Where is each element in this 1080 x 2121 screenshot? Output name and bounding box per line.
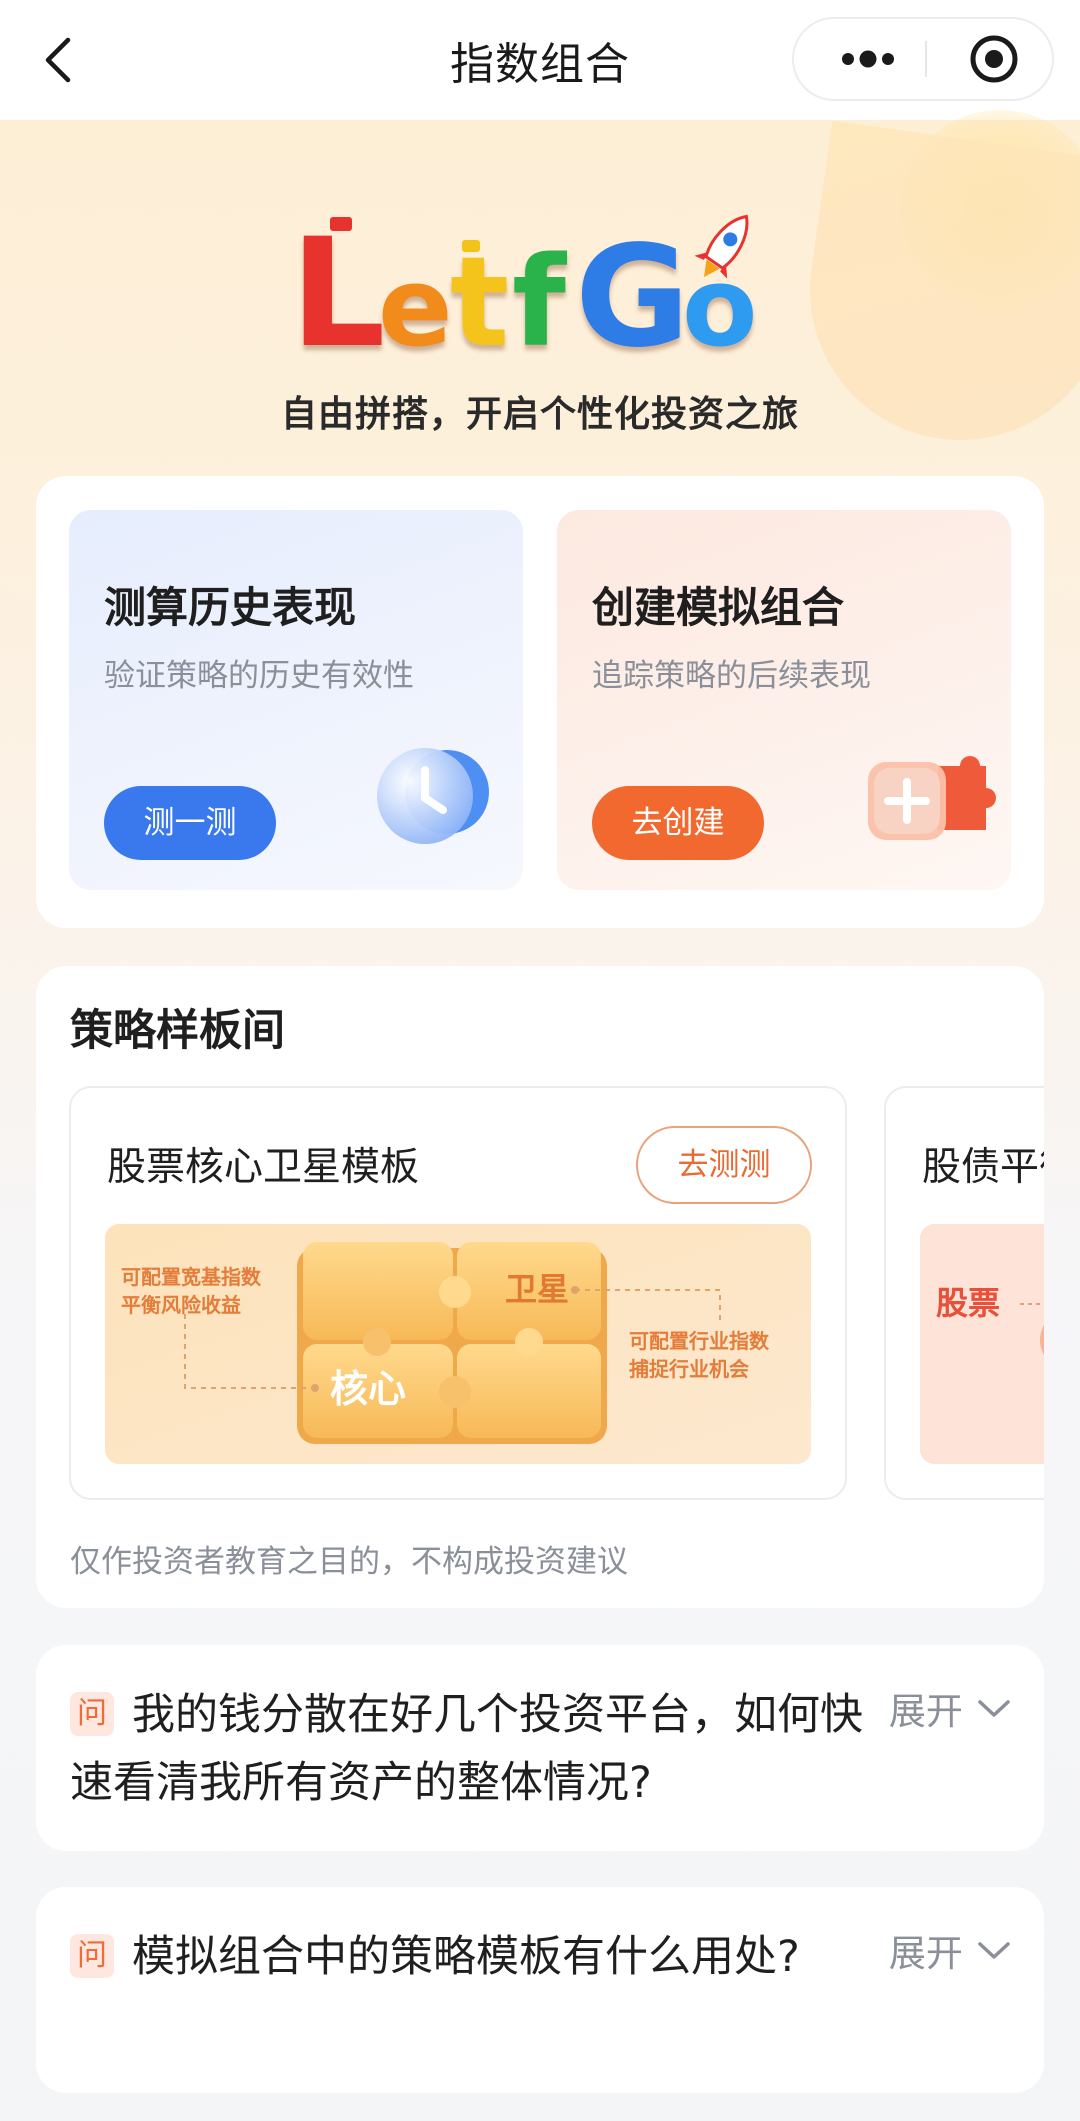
hero-slogan: 自由拼搭，开启个性化投资之旅	[280, 394, 799, 435]
template-card-core-satellite[interactable]: 股票核心卫星模板 去测测 可配置宽基指数 平衡风险收益 卫星 核心 可配置行业指…	[69, 1086, 847, 1500]
left-note-2: 平衡风险收益	[121, 1293, 241, 1317]
core-satellite-illustration: 可配置宽基指数 平衡风险收益 卫星 核心 可配置行业指数 捕捉行业机会	[105, 1224, 811, 1464]
mini-program-capsule	[792, 17, 1054, 101]
try-template-button[interactable]: 去测测	[636, 1126, 812, 1204]
create-title: 创建模拟组合	[592, 583, 845, 632]
faq-question-text: 模拟组合中的策略模板有什么用处?	[132, 1932, 800, 1982]
svg-text:f: f	[512, 231, 568, 365]
faq-item[interactable]: 问我的钱分散在好几个投资平台，如何快速看清我所有资产的整体情况? 展开	[36, 1645, 1044, 1851]
svg-text:e: e	[378, 243, 453, 365]
core-label: 核心	[330, 1367, 406, 1411]
faq-question: 问我的钱分散在好几个投资平台，如何快速看清我所有资产的整体情况?	[70, 1681, 870, 1817]
svg-text:G: G	[575, 216, 690, 365]
backtest-subtitle: 验证策略的历史有效性	[104, 658, 414, 694]
close-target-icon[interactable]	[954, 19, 1034, 99]
capsule-divider	[925, 41, 927, 77]
strategy-panel: 策略样板间 股票核心卫星模板 去测测 可配置宽基指数 平衡风险收益 卫星 核心 …	[36, 966, 1044, 1608]
chevron-down-icon	[978, 1700, 1010, 1717]
right-note-2: 捕捉行业机会	[629, 1357, 749, 1381]
expand-label: 展开	[888, 1690, 963, 1733]
disclaimer-text: 仅作投资者教育之目的，不构成投资建议	[70, 1544, 628, 1580]
nav-bar: 指数组合	[0, 0, 1080, 120]
faq-question-text: 我的钱分散在好几个投资平台，如何快速看清我所有资产的整体情况?	[70, 1690, 863, 1808]
backtest-button[interactable]: 测一测	[104, 786, 276, 860]
chevron-down-icon	[978, 1942, 1010, 1959]
left-note-1: 可配置宽基指数	[121, 1265, 262, 1289]
right-note-1: 可配置行业指数	[629, 1329, 770, 1353]
expand-toggle[interactable]: 展开	[889, 1681, 1012, 1741]
puzzle-plus-icon	[868, 756, 996, 840]
stock-bond-illustration: 股票	[920, 1224, 1044, 1464]
backtest-card[interactable]: 测算历史表现 验证策略的历史有效性 测一测	[69, 510, 523, 890]
more-icon[interactable]	[816, 19, 920, 99]
feature-panel: 测算历史表现 验证策略的历史有效性 测一测 创建模拟组合 追踪策略的后续表现 去…	[36, 476, 1044, 928]
clock-icon	[377, 748, 489, 844]
template-title: 股债平衡	[922, 1145, 1044, 1190]
create-card[interactable]: 创建模拟组合 追踪策略的后续表现 去创建	[557, 510, 1011, 890]
faq-item[interactable]: 问模拟组合中的策略模板有什么用处? 展开	[36, 1887, 1044, 2093]
question-badge: 问	[70, 1934, 114, 1978]
template-card-stock-bond[interactable]: 股债平衡 股票	[884, 1086, 1044, 1500]
template-title: 股票核心卫星模板	[107, 1145, 420, 1190]
svg-text:t: t	[450, 231, 509, 365]
stock-label: 股票	[936, 1284, 1000, 1322]
letfgo-logo: L e t f G o	[290, 207, 758, 365]
satellite-label: 卫星	[505, 1270, 569, 1308]
backtest-title: 测算历史表现	[104, 583, 357, 632]
question-badge: 问	[70, 1692, 114, 1736]
create-button[interactable]: 去创建	[592, 786, 764, 860]
create-subtitle: 追踪策略的后续表现	[592, 658, 871, 694]
expand-toggle[interactable]: 展开	[889, 1923, 1012, 1983]
expand-label: 展开	[888, 1932, 963, 1975]
faq-question: 问模拟组合中的策略模板有什么用处?	[70, 1923, 870, 1991]
strategy-section-title: 策略样板间	[70, 1006, 285, 1056]
